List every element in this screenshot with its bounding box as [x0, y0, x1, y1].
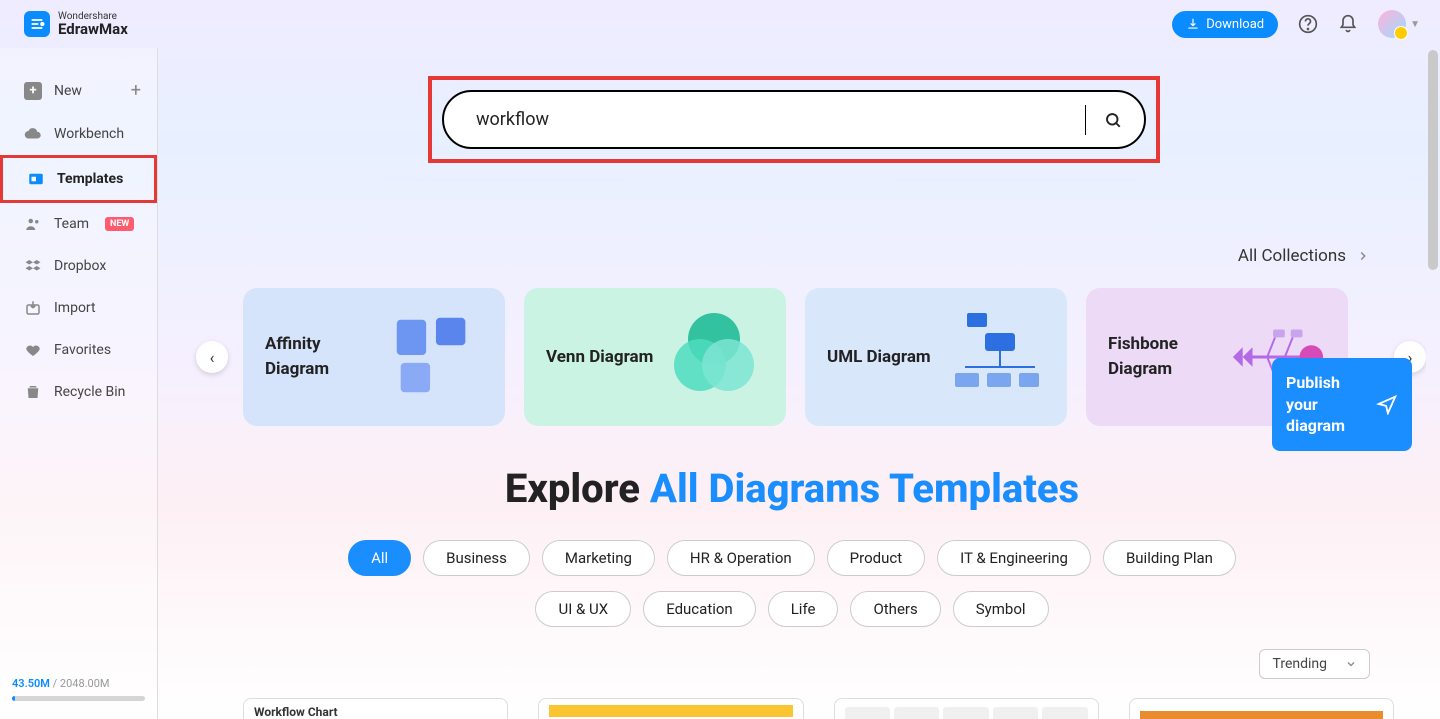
trash-icon: [24, 383, 42, 401]
template-thumb[interactable]: [1129, 698, 1394, 719]
carousel-card-uml[interactable]: UML Diagram: [805, 288, 1067, 426]
sidebar-new[interactable]: + New +: [0, 68, 157, 113]
sidebar-item-label: Templates: [57, 171, 123, 187]
template-thumb[interactable]: [834, 698, 1099, 719]
explore-accent: All Diagrams Templates: [650, 465, 1079, 512]
new-badge: NEW: [105, 217, 134, 231]
category-chip[interactable]: All: [348, 540, 411, 576]
chevron-right-icon: [1356, 249, 1370, 263]
explore-heading: Explore All Diagrams Templates: [158, 465, 1426, 512]
search-box[interactable]: [442, 90, 1146, 149]
category-chip[interactable]: Others: [850, 591, 940, 627]
all-collections-link[interactable]: All Collections: [1238, 246, 1370, 266]
carousel-prev[interactable]: ‹: [196, 341, 228, 373]
logo-text: Wondershare EdrawMax: [58, 12, 128, 37]
category-chip[interactable]: IT & Engineering: [937, 540, 1091, 576]
search-icon[interactable]: [1104, 111, 1122, 129]
category-chips: All Business Marketing HR & Operation Produc…: [158, 540, 1426, 627]
storage-indicator: 43.50M / 2048.00M: [12, 677, 145, 701]
category-chip[interactable]: Building Plan: [1103, 540, 1236, 576]
import-icon: [24, 299, 42, 317]
category-chip[interactable]: Life: [768, 591, 839, 627]
category-chip[interactable]: Product: [827, 540, 925, 576]
search-highlight-box: [428, 76, 1160, 163]
card-title: Affinity Diagram: [265, 332, 385, 381]
storage-bar: [12, 696, 145, 701]
sidebar-new-label: New: [54, 83, 82, 99]
storage-used: 43.50M: [12, 677, 50, 690]
brand-name: EdrawMax: [58, 22, 128, 37]
sidebar-item-label: Team: [54, 216, 89, 232]
heart-icon: [24, 341, 42, 359]
uml-illustration: [945, 307, 1045, 407]
download-label: Download: [1206, 17, 1264, 32]
card-title: UML Diagram: [827, 345, 931, 370]
sidebar-item-label: Dropbox: [54, 258, 106, 274]
plus-box-icon: +: [24, 82, 42, 100]
logo-icon: [24, 11, 50, 37]
search-divider: [1085, 105, 1086, 135]
category-chip[interactable]: Business: [423, 540, 530, 576]
dropbox-icon: [24, 257, 42, 275]
card-title: Venn Diagram: [546, 345, 653, 370]
category-chip[interactable]: UI & UX: [535, 591, 631, 627]
category-chip[interactable]: HR & Operation: [667, 540, 815, 576]
app-logo[interactable]: Wondershare EdrawMax: [24, 11, 128, 37]
storage-total: 2048.00M: [60, 677, 110, 690]
sidebar-item-recycle-bin[interactable]: Recycle Bin: [0, 371, 157, 413]
sidebar-item-import[interactable]: Import: [0, 287, 157, 329]
sidebar-item-label: Import: [54, 300, 96, 316]
sort-dropdown[interactable]: Trending: [1259, 649, 1370, 679]
chevron-down-icon: [1345, 658, 1357, 670]
venn-illustration: [664, 307, 764, 407]
sidebar-item-team[interactable]: Team NEW: [0, 203, 157, 245]
main-content: All Collections ‹ Affinity Diagram Venn …: [158, 48, 1426, 719]
sidebar-item-label: Favorites: [54, 342, 111, 358]
category-chip[interactable]: Marketing: [542, 540, 655, 576]
affinity-illustration: [385, 307, 483, 407]
sidebar-item-workbench[interactable]: Workbench: [0, 113, 157, 155]
send-icon: [1376, 393, 1398, 415]
cloud-icon: [24, 125, 42, 143]
sidebar-item-label: Workbench: [54, 126, 124, 142]
help-icon[interactable]: [1298, 14, 1318, 34]
sidebar-item-favorites[interactable]: Favorites: [0, 329, 157, 371]
sidebar-item-templates[interactable]: Templates: [0, 155, 157, 203]
download-button[interactable]: Download: [1172, 11, 1278, 38]
card-title: Fishbone Diagram: [1108, 332, 1228, 381]
templates-icon: [27, 170, 45, 188]
sidebar-item-dropbox[interactable]: Dropbox: [0, 245, 157, 287]
publish-diagram-button[interactable]: Publish your diagram: [1272, 358, 1412, 451]
template-thumb[interactable]: Workflow Chart: [243, 698, 508, 719]
user-menu[interactable]: ▼: [1378, 10, 1420, 38]
top-header: Wondershare EdrawMax Download ▼: [0, 0, 1440, 48]
template-thumbnails: Workflow Chart: [243, 698, 1394, 719]
team-icon: [24, 215, 42, 233]
thumb-title: Workflow Chart: [254, 705, 497, 719]
template-carousel: ‹ Affinity Diagram Venn Diagram UML Diag…: [158, 288, 1426, 426]
category-chip[interactable]: Symbol: [953, 591, 1049, 627]
carousel-card-affinity[interactable]: Affinity Diagram: [243, 288, 505, 426]
sidebar-item-label: Recycle Bin: [54, 384, 125, 400]
vertical-scrollbar[interactable]: [1428, 50, 1438, 270]
plus-icon[interactable]: +: [131, 80, 141, 101]
carousel-card-venn[interactable]: Venn Diagram: [524, 288, 786, 426]
publish-label: Publish your diagram: [1286, 372, 1368, 437]
all-collections-label: All Collections: [1238, 246, 1346, 266]
template-thumb[interactable]: [538, 698, 803, 719]
chevron-down-icon: ▼: [1410, 19, 1420, 30]
sort-label: Trending: [1272, 656, 1327, 672]
category-chip[interactable]: Education: [643, 591, 756, 627]
avatar: [1378, 10, 1406, 38]
sidebar: + New + Workbench Templates Team NEW Dro…: [0, 48, 158, 719]
explore-prefix: Explore: [505, 465, 650, 512]
bell-icon[interactable]: [1338, 14, 1358, 34]
search-input[interactable]: [476, 109, 1073, 130]
